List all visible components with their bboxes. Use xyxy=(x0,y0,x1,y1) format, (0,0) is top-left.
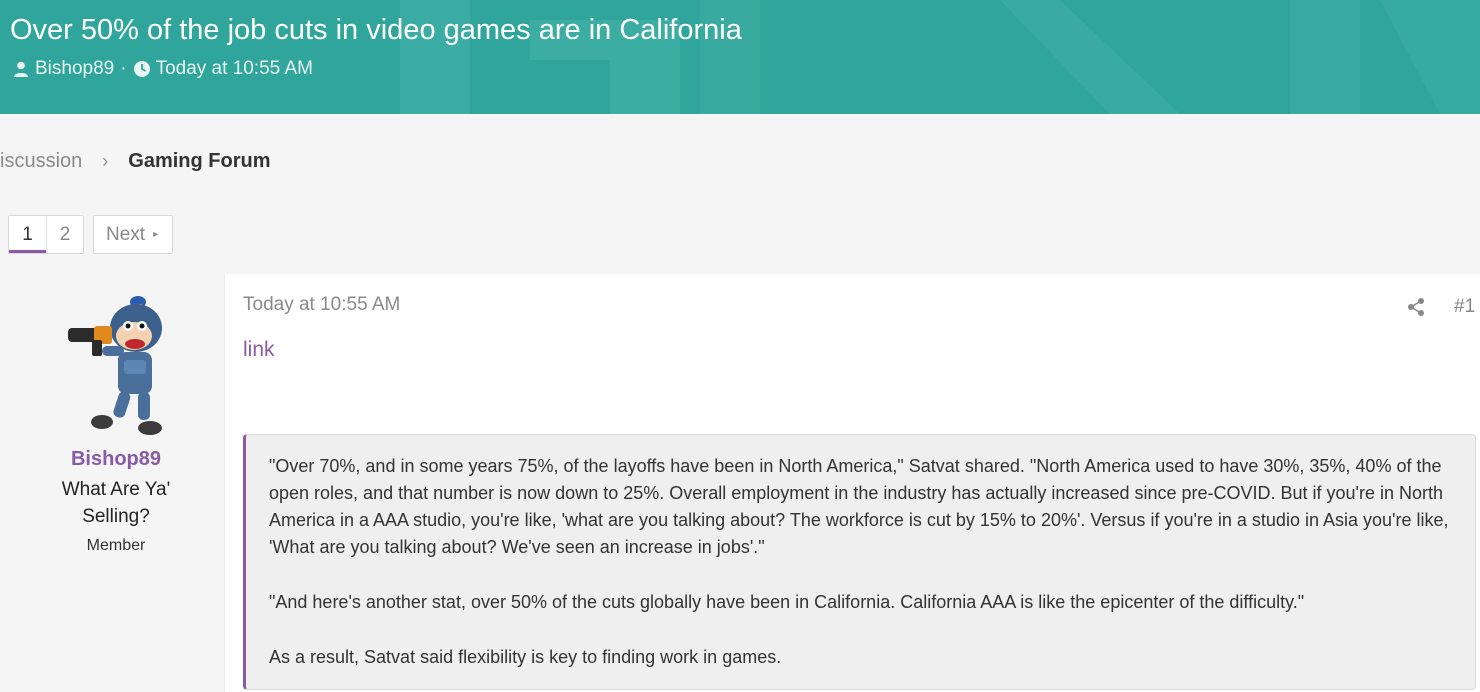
share-icon[interactable] xyxy=(1405,296,1427,318)
thread-header-banner: Over 50% of the job cuts in video games … xyxy=(0,0,1480,114)
avatar[interactable] xyxy=(58,288,174,438)
post-date-link[interactable]: Today at 10:55 AM xyxy=(243,294,400,316)
next-page-label: Next xyxy=(106,223,146,245)
thread-meta: Bishop89 · Today at 10:55 AM xyxy=(12,58,313,80)
page-1-button[interactable]: 1 xyxy=(9,216,46,253)
thread-timestamp-link[interactable]: Today at 10:55 AM xyxy=(156,58,313,80)
breadcrumb-previous[interactable]: iscussion xyxy=(0,150,82,173)
quote-block: "Over 70%, and in some years 75%, of the… xyxy=(243,434,1476,690)
next-page-button[interactable]: Next ▸ xyxy=(93,215,174,254)
user-icon xyxy=(12,60,30,78)
page-number-group: 1 2 xyxy=(8,215,84,254)
chevron-right-icon: ▸ xyxy=(153,229,159,240)
quote-paragraph: As a result, Satvat said flexibility is … xyxy=(269,647,782,667)
meta-separator: · xyxy=(120,58,127,79)
quote-paragraph: "Over 70%, and in some years 75%, of the… xyxy=(269,456,1449,557)
breadcrumb-separator-icon: › xyxy=(102,150,109,171)
post-number-link[interactable]: #1 xyxy=(1454,296,1475,318)
breadcrumb-current[interactable]: Gaming Forum xyxy=(128,150,270,173)
user-custom-title: What Are Ya' Selling? xyxy=(61,479,171,527)
clock-icon xyxy=(133,60,151,78)
pagination: 1 2 Next ▸ xyxy=(8,215,174,254)
thread-author-link[interactable]: Bishop89 xyxy=(35,58,114,80)
post-body: Today at 10:55 AM #1 link "Over 70%, and… xyxy=(224,274,1480,692)
quote-paragraph: "And here's another stat, over 50% of th… xyxy=(269,592,1305,612)
post-source-link[interactable]: link xyxy=(243,338,275,362)
user-role-badge: Member xyxy=(86,537,146,554)
user-name-link[interactable]: Bishop89 xyxy=(0,448,232,471)
thread-title: Over 50% of the job cuts in video games … xyxy=(10,14,742,46)
breadcrumb: iscussion › Gaming Forum xyxy=(0,147,271,175)
page-2-button[interactable]: 2 xyxy=(46,216,83,253)
